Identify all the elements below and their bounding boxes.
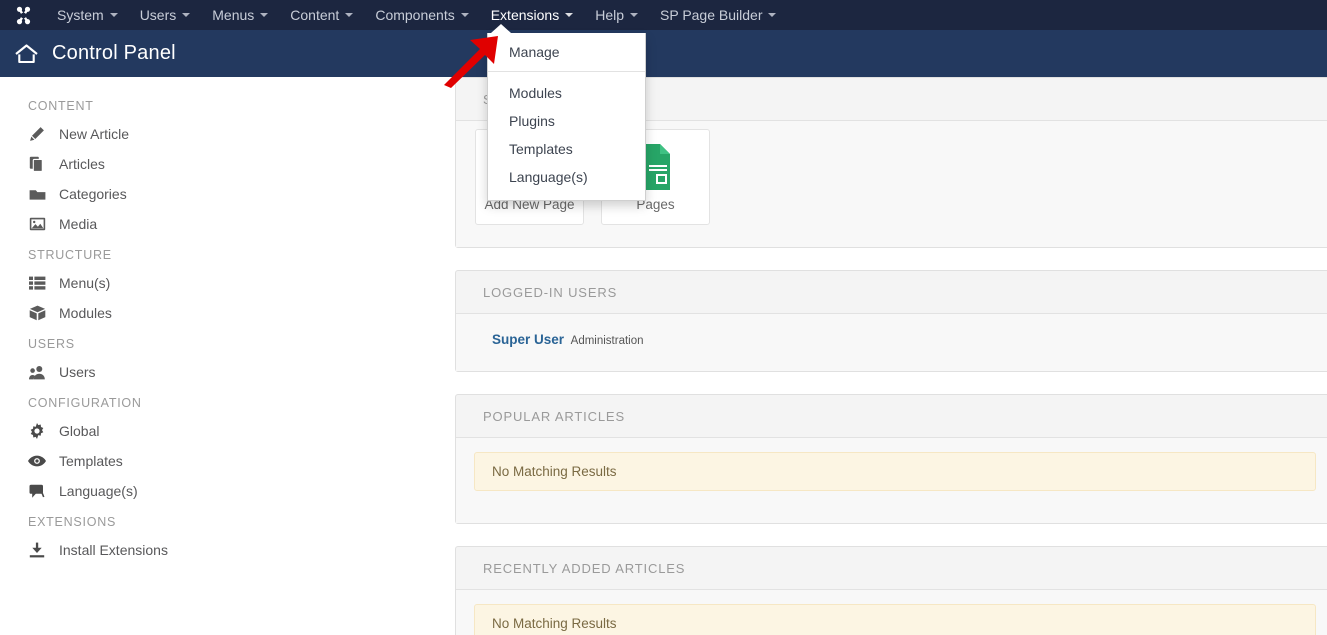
dropdown-item-templates[interactable]: Templates: [488, 135, 645, 163]
sidebar-item-label: Users: [59, 364, 96, 380]
chevron-down-icon: [565, 13, 573, 17]
sidebar-heading-users: USERS: [0, 337, 420, 357]
panel-recently-added-articles: RECENTLY ADDED ARTICLES No Matching Resu…: [455, 546, 1327, 635]
sidebar-item-install-extensions[interactable]: Install Extensions: [0, 535, 420, 565]
download-icon: [28, 541, 46, 559]
menu-label: Help: [595, 7, 624, 23]
sidebar-item-media[interactable]: Media: [0, 209, 420, 239]
sidebar-heading-content: CONTENT: [0, 99, 420, 119]
sidebar-item-users[interactable]: Users: [0, 357, 420, 387]
dropdown-item-plugins[interactable]: Plugins: [488, 107, 645, 135]
panel-title: RECENTLY ADDED ARTICLES: [456, 547, 1327, 589]
dropdown-item-languages[interactable]: Language(s): [488, 163, 645, 191]
user-name[interactable]: Super User: [492, 332, 564, 347]
eye-icon: [28, 452, 46, 470]
chevron-down-icon: [630, 13, 638, 17]
menu-label: System: [57, 7, 104, 23]
sidebar-item-label: Modules: [59, 305, 112, 321]
menu-label: Users: [140, 7, 177, 23]
sidebar-item-label: Language(s): [59, 483, 138, 499]
sidebar-item-global[interactable]: Global: [0, 416, 420, 446]
sidebar-item-categories[interactable]: Categories: [0, 179, 420, 209]
sidebar-item-label: Media: [59, 216, 97, 232]
folder-open-icon: [28, 185, 46, 203]
sidebar-item-label: Menu(s): [59, 275, 110, 291]
user-role: Administration: [571, 335, 644, 347]
menu-item-menus[interactable]: Menus: [201, 0, 279, 30]
page-title: Control Panel: [52, 42, 176, 65]
panel-body: No Matching Results: [456, 589, 1327, 635]
pencil-icon: [28, 125, 46, 143]
sidebar-heading-extensions: EXTENSIONS: [0, 515, 420, 535]
sidebar-item-articles[interactable]: Articles: [0, 149, 420, 179]
sidebar-item-label: Articles: [59, 156, 105, 172]
panel-logged-in-users: LOGGED-IN USERS Super User Administratio…: [455, 270, 1327, 372]
sidebar-item-new-article[interactable]: New Article: [0, 119, 420, 149]
panel-title: POPULAR ARTICLES: [456, 395, 1327, 437]
gear-icon: [28, 422, 46, 440]
dropdown-caret-icon: [491, 24, 511, 33]
comment-icon: [28, 482, 46, 500]
dropdown-item-manage[interactable]: Manage: [488, 38, 645, 66]
dropdown-item-modules[interactable]: Modules: [488, 79, 645, 107]
empty-state-message: No Matching Results: [474, 452, 1316, 491]
menu-label: Components: [375, 7, 454, 23]
chevron-down-icon: [345, 13, 353, 17]
sidebar-item-languages[interactable]: Language(s): [0, 476, 420, 506]
page-title-bar: Control Panel: [0, 30, 1327, 77]
sidebar-heading-structure: STRUCTURE: [0, 248, 420, 268]
copy-icon: [28, 155, 46, 173]
chevron-down-icon: [182, 13, 190, 17]
menu-label: Menus: [212, 7, 254, 23]
panel-body: No Matching Results: [456, 437, 1327, 523]
menu-label: Content: [290, 7, 339, 23]
menu-label: SP Page Builder: [660, 7, 762, 23]
sidebar-item-label: Global: [59, 423, 99, 439]
dropdown-divider: [488, 71, 645, 72]
chevron-down-icon: [461, 13, 469, 17]
list-item[interactable]: Super User Administration: [474, 328, 1316, 355]
top-menu-bar: System Users Menus Content Components Ex…: [0, 0, 1327, 30]
chevron-down-icon: [768, 13, 776, 17]
panel-popular-articles: POPULAR ARTICLES No Matching Results: [455, 394, 1327, 524]
image-icon: [28, 215, 46, 233]
sidebar-item-label: New Article: [59, 126, 129, 142]
extensions-dropdown-menu: Manage Modules Plugins Templates Languag…: [487, 33, 646, 201]
sidebar-item-modules[interactable]: Modules: [0, 298, 420, 328]
menu-item-help[interactable]: Help: [584, 0, 649, 30]
users-icon: [28, 363, 46, 381]
sidebar-item-label: Templates: [59, 453, 123, 469]
menu-item-content[interactable]: Content: [279, 0, 364, 30]
menu-item-components[interactable]: Components: [364, 0, 479, 30]
panel-title: LOGGED-IN USERS: [456, 271, 1327, 313]
list-icon: [28, 274, 46, 292]
sidebar: CONTENT New Article Articles Categories …: [0, 77, 420, 635]
chevron-down-icon: [260, 13, 268, 17]
panel-body: Super User Administration: [456, 313, 1327, 371]
menu-item-sp-page-builder[interactable]: SP Page Builder: [649, 0, 787, 30]
sidebar-item-label: Categories: [59, 186, 127, 202]
menu-item-users[interactable]: Users: [129, 0, 202, 30]
chevron-down-icon: [110, 13, 118, 17]
menu-item-system[interactable]: System: [46, 0, 129, 30]
cube-icon: [28, 304, 46, 322]
sidebar-item-menus[interactable]: Menu(s): [0, 268, 420, 298]
sidebar-heading-configuration: CONFIGURATION: [0, 396, 420, 416]
sidebar-item-templates[interactable]: Templates: [0, 446, 420, 476]
sidebar-item-label: Install Extensions: [59, 542, 168, 558]
empty-state-message: No Matching Results: [474, 604, 1316, 635]
joomla-logo-icon[interactable]: [0, 0, 46, 30]
home-icon[interactable]: [14, 43, 39, 65]
menu-label: Extensions: [491, 7, 559, 23]
